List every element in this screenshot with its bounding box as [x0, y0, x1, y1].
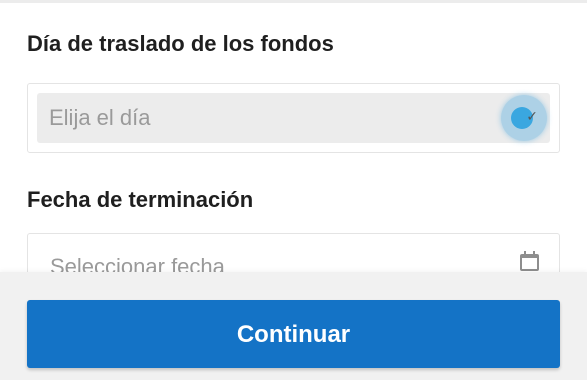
end-date-label: Fecha de terminación — [27, 187, 254, 212]
footer-bar: Continuar — [0, 272, 587, 380]
transfer-day-select[interactable]: Elija el día ✓ — [37, 93, 550, 143]
touch-ripple — [501, 95, 547, 141]
transfer-day-field: Elija el día ✓ — [27, 83, 560, 153]
transfer-day-placeholder: Elija el día — [49, 105, 151, 130]
calendar-icon[interactable] — [520, 251, 539, 271]
top-divider — [0, 0, 587, 3]
transfer-day-label: Día de traslado de los fondos — [27, 31, 334, 56]
continue-button[interactable]: Continuar — [27, 300, 560, 368]
chevron-down-icon[interactable]: ✓ — [526, 109, 538, 123]
